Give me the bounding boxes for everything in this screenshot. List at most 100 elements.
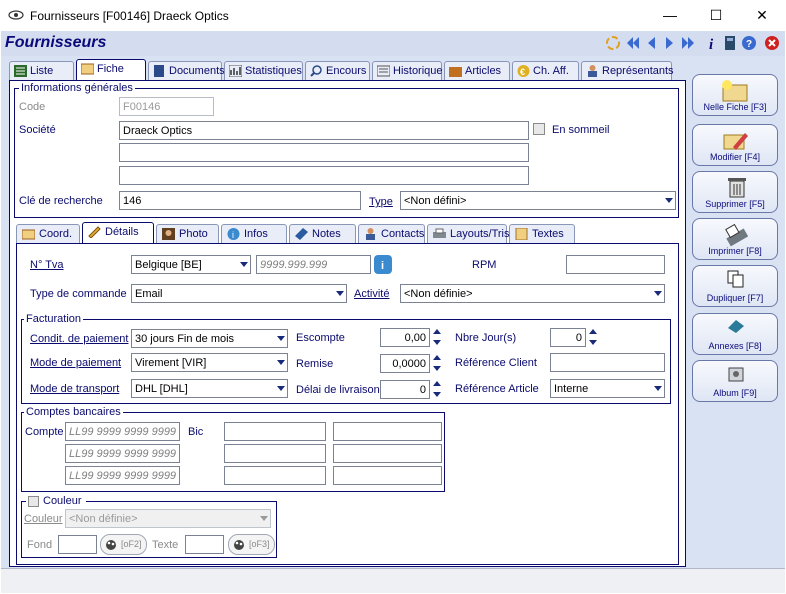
type-link[interactable]: Type	[369, 196, 393, 208]
bank-field-2[interactable]	[333, 444, 442, 463]
bank-field-3[interactable]	[333, 466, 442, 485]
subtab-coord[interactable]: Coord.	[16, 224, 80, 243]
tab-liste[interactable]: Liste	[9, 61, 74, 80]
first-record-icon[interactable]	[625, 35, 641, 51]
svg-text:?: ?	[746, 39, 752, 50]
fond-color-button[interactable]: [oF2]	[100, 534, 147, 555]
nbre-jours-stepper[interactable]	[588, 327, 599, 348]
info-icon[interactable]: i	[704, 35, 720, 51]
duplicate-button[interactable]: Dupliquer [F7]	[692, 265, 778, 307]
maximize-button[interactable]: ☐	[693, 0, 739, 31]
type-commande-select[interactable]: Email	[131, 284, 347, 303]
tab-representants[interactable]: Représentants	[581, 61, 674, 80]
couleur-select[interactable]: <Non définie>	[65, 509, 271, 528]
tab-ch-aff[interactable]: € Ch. Aff.	[512, 61, 579, 80]
subtab-infos[interactable]: i Infos	[221, 224, 287, 243]
tva-number-field[interactable]: 9999.999.999	[256, 255, 371, 274]
couleur-link[interactable]: Couleur	[24, 513, 63, 525]
tab-documents[interactable]: Documents	[148, 61, 225, 80]
subtab-textes[interactable]: Textes	[509, 224, 575, 243]
tab-articles[interactable]: Articles	[444, 61, 510, 80]
chevron-down-icon	[277, 360, 285, 365]
subtab-contacts[interactable]: Contacts	[358, 224, 425, 243]
couleur-legend-wrap: Couleur	[26, 495, 86, 509]
documents-icon	[154, 65, 164, 77]
societe-line3-field[interactable]	[119, 166, 529, 185]
mode-paiement-select[interactable]: Virement [VIR]	[131, 353, 288, 372]
bic-field-1[interactable]	[224, 422, 326, 441]
chevron-down-icon	[336, 291, 344, 296]
tab-fiche[interactable]: Fiche	[76, 59, 146, 80]
en-sommeil-checkbox[interactable]	[533, 123, 545, 135]
subtab-notes[interactable]: Notes	[289, 224, 356, 243]
subtab-details[interactable]: Détails	[82, 222, 154, 243]
modify-button[interactable]: Modifier [F4]	[692, 124, 778, 166]
tab-encours[interactable]: Encours	[305, 61, 370, 80]
bic-field-2[interactable]	[224, 444, 326, 463]
bic-label: Bic	[188, 426, 204, 438]
annexes-icon	[728, 320, 744, 333]
mode-transport-select[interactable]: DHL [DHL]	[131, 379, 288, 398]
delai-livraison-stepper[interactable]	[432, 379, 443, 400]
mode-transport-link[interactable]: Mode de transport	[30, 383, 119, 395]
bic-field-3[interactable]	[224, 466, 326, 485]
iban-field-3[interactable]: LL99 9999 9999 9999	[65, 466, 180, 485]
activite-select[interactable]: <Non définie>	[400, 284, 665, 303]
minimize-button[interactable]: —	[647, 0, 693, 31]
next-record-icon[interactable]	[661, 35, 677, 51]
code-field[interactable]: F00146	[119, 97, 214, 116]
type-select[interactable]: <Non défini>	[400, 191, 676, 210]
societe-label: Société	[19, 124, 56, 136]
societe-field[interactable]: Draeck Optics	[119, 121, 529, 140]
iban-field-1[interactable]: LL99 9999 9999 9999	[65, 422, 180, 441]
print-button[interactable]: Imprimer [F8]	[692, 218, 778, 260]
ref-client-field[interactable]	[550, 353, 665, 372]
nbre-jours-field[interactable]: 0	[550, 328, 586, 347]
annexes-button[interactable]: Annexes [F8]	[692, 313, 778, 355]
texte-color-field[interactable]	[185, 535, 224, 554]
previous-record-icon[interactable]	[644, 35, 660, 51]
tva-link[interactable]: N° Tva	[30, 259, 64, 271]
condit-paiement-select[interactable]: 30 jours Fin de mois	[131, 329, 288, 348]
svg-text:€: €	[520, 67, 525, 77]
delai-livraison-field[interactable]: 0	[380, 380, 430, 399]
activite-link[interactable]: Activité	[354, 288, 389, 300]
help-icon[interactable]: ?	[741, 35, 757, 51]
escompte-field[interactable]: 0,00	[380, 328, 430, 347]
new-record-button[interactable]: Nelle Fiche [F3]	[692, 74, 778, 116]
exit-icon[interactable]	[764, 35, 780, 51]
remise-stepper[interactable]	[432, 353, 443, 374]
calculator-icon[interactable]	[722, 35, 738, 51]
bank-field-1[interactable]	[333, 422, 442, 441]
subtab-layouts[interactable]: Layouts/Tris	[427, 224, 510, 243]
subtab-photo[interactable]: Photo	[156, 224, 219, 243]
fond-label: Fond	[27, 539, 53, 551]
escompte-stepper[interactable]	[432, 327, 443, 348]
societe-line2-field[interactable]	[119, 143, 529, 162]
tva-check-icon[interactable]: i	[373, 254, 393, 275]
mode-paiement-link[interactable]: Mode de paiement	[30, 357, 121, 369]
person-icon	[588, 65, 597, 77]
window-titlebar: Fournisseurs [F00146] Draeck Optics — ☐ …	[0, 0, 786, 31]
tab-statistiques[interactable]: Statistiques	[224, 61, 303, 80]
rpm-field[interactable]	[566, 255, 665, 274]
tab-historique[interactable]: Historique	[372, 61, 443, 80]
last-record-icon[interactable]	[680, 35, 696, 51]
chevron-down-icon	[240, 262, 248, 267]
iban-field-2[interactable]: LL99 9999 9999 9999	[65, 444, 180, 463]
fond-color-field[interactable]	[58, 535, 97, 554]
album-icon	[728, 367, 744, 382]
remise-field[interactable]: 0,0000	[380, 354, 430, 373]
close-window-button[interactable]: ✕	[739, 0, 785, 31]
cle-recherche-field[interactable]: 146	[119, 191, 361, 210]
couleur-legend: Couleur	[43, 495, 82, 507]
texte-color-button[interactable]: [oF3]	[228, 534, 275, 555]
delete-button[interactable]: Supprimer [F5]	[692, 171, 778, 213]
tva-country-select[interactable]: Belgique [BE]	[131, 255, 251, 274]
refresh-icon[interactable]	[605, 35, 621, 51]
condit-paiement-link[interactable]: Condit. de paiement	[30, 333, 128, 345]
album-button[interactable]: Album [F9]	[692, 360, 778, 402]
ref-article-select[interactable]: Interne	[550, 379, 665, 398]
couleur-checkbox[interactable]	[28, 496, 39, 507]
compte-label: Compte	[25, 426, 64, 438]
